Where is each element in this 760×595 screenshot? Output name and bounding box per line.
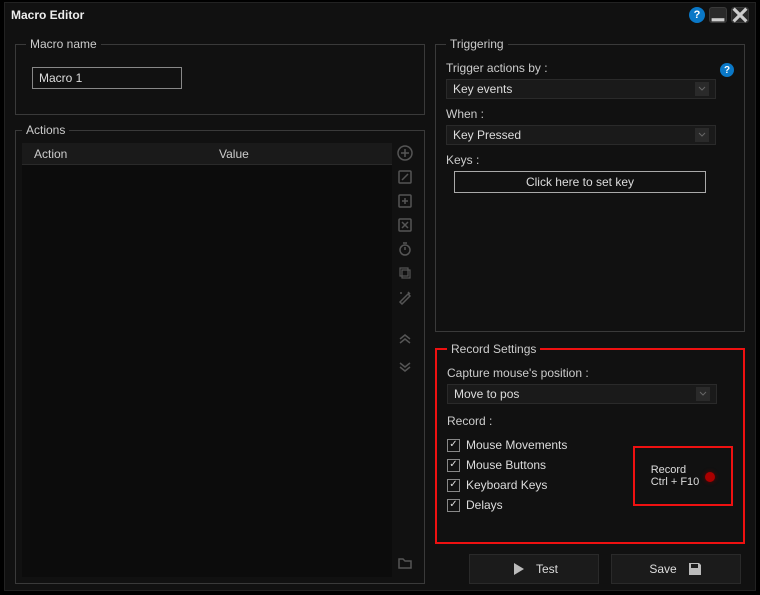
macro-name-legend: Macro name (26, 37, 101, 51)
record-settings-fieldset: Record Settings Capture mouse's position… (435, 342, 745, 544)
capture-label: Capture mouse's position : (447, 366, 733, 380)
macro-name-input[interactable] (32, 67, 182, 89)
left-column: Macro name Actions Action Value (15, 37, 425, 584)
record-label: Record : (447, 414, 733, 428)
add-action-button[interactable] (395, 143, 415, 163)
folder-action-button[interactable] (395, 553, 415, 573)
actions-col-action: Action (22, 147, 207, 161)
triggering-legend: Triggering (446, 37, 508, 51)
actions-table: Action Value (22, 143, 392, 577)
window-controls: ? (689, 7, 749, 23)
mouse-movements-checkbox[interactable]: Mouse Movements (447, 438, 623, 452)
record-dot-icon (705, 472, 715, 482)
timer-action-button[interactable] (395, 239, 415, 259)
chevron-down-icon (695, 82, 709, 96)
mouse-buttons-checkbox[interactable]: Mouse Buttons (447, 458, 623, 472)
actions-header: Action Value (22, 143, 392, 165)
play-icon (510, 561, 526, 577)
set-key-button[interactable]: Click here to set key (454, 171, 706, 193)
trigger-actions-by-value: Key events (453, 82, 512, 96)
window: Macro Editor ? Macro name Actions (4, 2, 756, 591)
trigger-actions-by-select[interactable]: Key events (446, 79, 716, 99)
checkbox-icon (447, 499, 460, 512)
titlebar: Macro Editor ? (5, 3, 755, 27)
minimize-button[interactable] (709, 7, 727, 23)
when-select[interactable]: Key Pressed (446, 125, 716, 145)
help-icon[interactable]: ? (689, 7, 705, 23)
save-button[interactable]: Save (611, 554, 741, 584)
checkbox-icon (447, 439, 460, 452)
window-title: Macro Editor (11, 8, 84, 22)
actions-legend: Actions (22, 123, 69, 137)
delete-action-button[interactable] (395, 215, 415, 235)
actions-col-value: Value (207, 147, 392, 161)
edit-action-button[interactable] (395, 167, 415, 187)
move-down-button[interactable] (395, 355, 415, 375)
record-settings-legend: Record Settings (447, 342, 540, 356)
record-button[interactable]: Record Ctrl + F10 (633, 446, 733, 506)
keyboard-keys-checkbox[interactable]: Keyboard Keys (447, 478, 623, 492)
delays-checkbox[interactable]: Delays (447, 498, 623, 512)
triggering-help-icon[interactable]: ? (720, 63, 734, 77)
macro-name-fieldset: Macro name (15, 37, 425, 115)
move-up-button[interactable] (395, 331, 415, 351)
insert-action-button[interactable] (395, 191, 415, 211)
body: Macro name Actions Action Value (5, 27, 755, 590)
close-button[interactable] (731, 7, 749, 23)
capture-select[interactable]: Move to pos (447, 384, 717, 404)
triggering-fieldset: Triggering Trigger actions by : ? Key ev… (435, 37, 745, 332)
keys-label: Keys : (446, 153, 734, 167)
chevron-down-icon (695, 128, 709, 142)
wizard-action-button[interactable] (395, 287, 415, 307)
copy-action-button[interactable] (395, 263, 415, 283)
right-column: Triggering Trigger actions by : ? Key ev… (435, 37, 745, 584)
actions-toolbar (392, 143, 418, 577)
chevron-down-icon (696, 387, 710, 401)
test-button[interactable]: Test (469, 554, 599, 584)
save-icon (687, 561, 703, 577)
checkbox-icon (447, 459, 460, 472)
when-label: When : (446, 107, 734, 121)
capture-value: Move to pos (454, 387, 519, 401)
actions-body[interactable] (22, 165, 392, 577)
when-value: Key Pressed (453, 128, 521, 142)
trigger-actions-by-label: Trigger actions by : (446, 61, 548, 75)
bottom-buttons: Test Save (435, 554, 745, 584)
checkbox-icon (447, 479, 460, 492)
actions-fieldset: Actions Action Value (15, 123, 425, 584)
